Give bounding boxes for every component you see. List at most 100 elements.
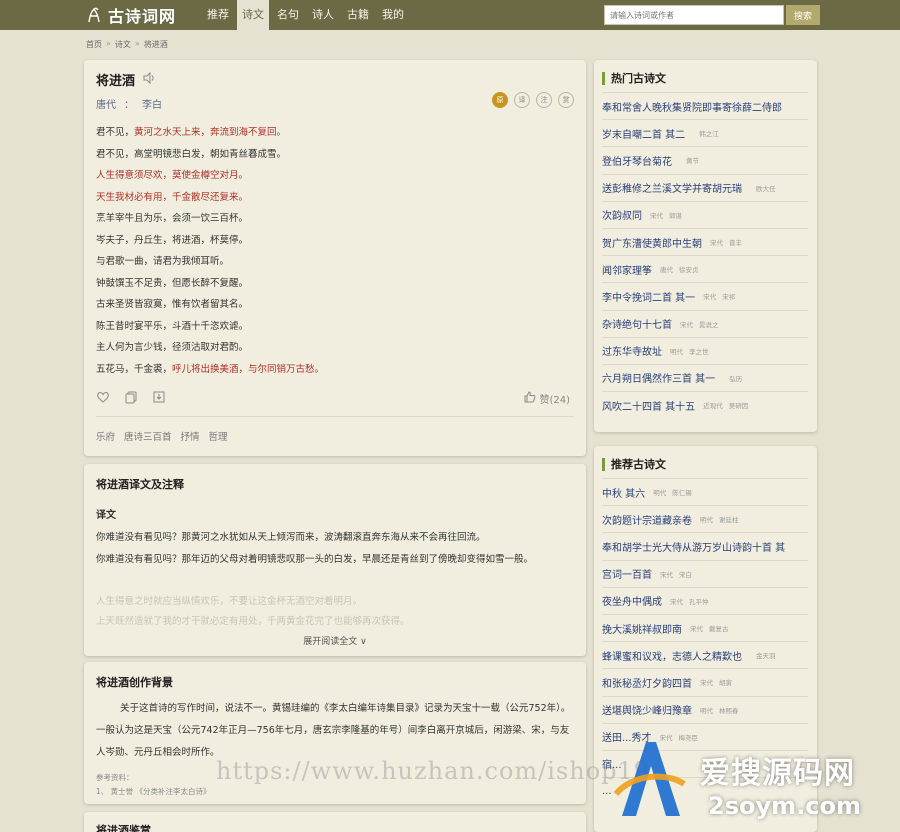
tag-link[interactable]: 唐诗三百首 xyxy=(124,429,172,443)
hot-poems-heading: 热门古诗文 xyxy=(602,70,666,86)
poem-link-title[interactable]: 六月朔日偶然作三首 其一 xyxy=(602,370,715,385)
site-logo[interactable]: 古诗词网 xyxy=(84,3,176,27)
speaker-icon[interactable] xyxy=(142,71,156,85)
translation-paragraph: 你难道没有看见吗？那黄河之水犹如从天上倾泻而来，波涛翻滚直奔东海从来不会再往回流… xyxy=(96,532,486,543)
poem-link-title[interactable]: 登伯牙琴台菊花 xyxy=(602,153,672,168)
hot-poem-item[interactable]: 六月朔日偶然作三首 其一 弘历 xyxy=(602,363,808,391)
poem-link-title[interactable]: 挽大溪姚祥叔即南 xyxy=(602,621,682,636)
hot-poems-panel: 热门古诗文 奉和常舍人晚秋集贤院即事寄徐薛二侍郎 岁末自嘲二首 其二 韩之江 登伯牙琴… xyxy=(594,60,817,432)
tag-link[interactable]: 抒情 xyxy=(181,429,200,443)
poem-author: 胡寅 xyxy=(719,679,732,688)
hot-poem-item[interactable]: 贺广东漕使黄郎中生朝 宋代 曾丰 xyxy=(602,227,808,255)
download-icon[interactable] xyxy=(152,390,166,404)
background-title: 将进酒创作背景 xyxy=(96,676,173,689)
poem-link-title[interactable]: 次韵叔同 xyxy=(602,207,642,222)
recommended-poem-item[interactable]: 中秋 其六 明代 陈仁锡 xyxy=(602,478,808,505)
nav-recommend[interactable]: 推荐 xyxy=(202,0,234,30)
poem-dynasty: 宋代 xyxy=(660,570,673,579)
poem-line: 岑夫子，丹丘生，将进酒，杯莫停。 xyxy=(96,234,249,246)
poem-author: 戴复古 xyxy=(709,625,729,634)
poem-dynasty[interactable]: 唐代 xyxy=(96,96,116,111)
hot-poem-item[interactable]: 登伯牙琴台菊花 黄节 xyxy=(602,146,808,173)
poem-link-title[interactable]: 奉和常舍人晚秋集贤院即事寄徐薛二侍郎 xyxy=(602,99,782,114)
poem-link-title[interactable]: 闻邻家理筝 xyxy=(602,262,652,277)
poem-link-title[interactable]: 贺广东漕使黄郎中生朝 xyxy=(602,235,702,250)
poem-meta: 唐代 ： 李白 xyxy=(96,96,162,111)
nav-famous-lines[interactable]: 名句 xyxy=(272,0,304,30)
heart-icon[interactable] xyxy=(96,390,110,404)
poem-dynasty: 近现代 xyxy=(703,402,723,411)
poem-author: 吴研因 xyxy=(728,402,749,411)
recommended-poem-item[interactable]: 次韵题计宗道藏亲卷 明代 谢廷柱 xyxy=(602,505,808,532)
recommended-poem-item[interactable]: 送堪舆饶少峰归豫章 明代 林熙春 xyxy=(602,695,808,723)
recommended-poem-item[interactable]: 蜂课蜜和议戏，志德人之精歎也 金天羽 xyxy=(602,641,808,668)
hot-poem-item[interactable]: 李中令挽词二首 其一 宋代 宋祁 xyxy=(602,282,808,309)
poem-dynasty: 明代 xyxy=(653,489,667,498)
poem-author: 宋白 xyxy=(679,570,692,579)
poem-author: 陈仁锡 xyxy=(672,489,692,498)
poem-link-title[interactable]: 夜坐舟中偶成 xyxy=(602,593,662,608)
appreciation-mode-icon[interactable]: 赏 xyxy=(558,92,574,108)
notes-mode-icon[interactable]: 注 xyxy=(536,92,552,108)
breadcrumb-poems[interactable]: 诗文 xyxy=(115,39,131,50)
hot-poems-list: 奉和常舍人晚秋集贤院即事寄徐薛二侍郎 岁末自嘲二首 其二 韩之江 登伯牙琴台菊花 黄节送… xyxy=(602,92,808,418)
poem-link-title[interactable]: 过东华寺故址 xyxy=(602,343,662,358)
poem-author: 徐安贞 xyxy=(679,266,699,275)
translation-mode-icon[interactable]: 译 xyxy=(514,92,530,108)
view-mode-icons: 原 译 注 赏 xyxy=(492,92,574,108)
poem-link-title[interactable]: 中秋 其六 xyxy=(602,485,645,500)
poem-link-title[interactable]: 奉和胡学士光大侍从游万岁山诗韵十首 其 xyxy=(602,539,785,554)
poem-line: 烹羊宰牛且为乐，会须一饮三百杯。 xyxy=(96,213,249,224)
poem-line: 人生得意须尽欢，莫使金樽空对月。 xyxy=(96,170,249,181)
recommended-poem-item[interactable]: 奉和胡学士光大侍从游万岁山诗韵十首 其 xyxy=(602,532,808,559)
poem-link-title[interactable]: 次韵题计宗道藏亲卷 xyxy=(602,512,692,527)
hot-poem-item[interactable]: 奉和常舍人晚秋集贤院即事寄徐薛二侍郎 xyxy=(602,92,808,119)
poem-link-title[interactable]: 和张秘丞灯夕韵四首 xyxy=(602,675,692,690)
poem-author: 弘历 xyxy=(729,374,743,383)
nav-mine[interactable]: 我的 xyxy=(377,0,409,30)
nav-poems[interactable]: 诗文 xyxy=(237,0,270,30)
poem-link-title[interactable]: 宫词一百首 xyxy=(602,566,652,581)
hot-poem-item[interactable]: 送彭稚修之兰溪文学并寄胡元瑞 欧大任 xyxy=(602,173,808,201)
recommended-poem-item[interactable]: 和张秘丞灯夕韵四首 宋代 胡寅 xyxy=(602,668,808,695)
recommended-poem-item[interactable]: 夜坐舟中偶成 宋代 孔平仲 xyxy=(602,586,808,614)
hot-poem-item[interactable]: 次韵叔同 宋代 郭谌 xyxy=(602,200,808,228)
hot-poem-item[interactable]: 风吹二十四首 其十五 近现代 吴研因 xyxy=(602,391,808,418)
appreciation-card: 将进酒鉴赏 xyxy=(84,812,586,832)
breadcrumb-home[interactable]: 首页 xyxy=(86,39,102,50)
search-input[interactable] xyxy=(604,5,784,25)
poem-dynasty: 宋代 xyxy=(650,211,663,220)
hot-poem-item[interactable]: 闻邻家理筝 唐代 徐安贞 xyxy=(602,255,808,282)
poem-author: 郭谌 xyxy=(669,211,682,220)
tag-link[interactable]: 乐府 xyxy=(96,429,115,443)
poem-author[interactable]: 李白 xyxy=(142,96,162,111)
poem-link-title[interactable]: 送堪舆饶少峰归豫章 xyxy=(602,702,692,717)
poem-content: 君不见，黄河之水天上来，奔流到海不复回。 君不见，高堂明镜悲白发，朝如青丝暮成雪… xyxy=(96,122,566,380)
breadcrumb-separator: » xyxy=(134,39,140,48)
poem-link-title[interactable]: 杂诗绝句十七首 xyxy=(602,316,672,331)
poem-link-title[interactable]: 送彭稚修之兰溪文学并寄胡元瑞 xyxy=(602,180,742,195)
poem-link-title[interactable]: 李中令挽词二首 其一 xyxy=(602,289,695,304)
recommended-poem-item[interactable]: 挽大溪姚祥叔即南 宋代 戴复古 xyxy=(602,613,808,641)
poem-link-title[interactable]: 蜂课蜜和议戏，志德人之精歎也 xyxy=(602,648,742,663)
poem-link-title[interactable]: 风吹二十四首 其十五 xyxy=(602,398,695,413)
nav-classics[interactable]: 古籍 xyxy=(342,0,374,30)
tag-link[interactable]: 哲理 xyxy=(209,429,228,443)
original-mode-icon[interactable]: 原 xyxy=(492,92,508,108)
copy-icon[interactable] xyxy=(124,390,138,404)
poem-dynasty: 宋代 xyxy=(680,320,693,329)
poem-line: 陈王昔时宴平乐，斗酒十千恣欢谑。 xyxy=(96,320,249,332)
poem-link-title[interactable]: 岁末自嘲二首 其二 xyxy=(602,126,685,141)
hot-poem-item[interactable]: 岁末自嘲二首 其二 韩之江 xyxy=(602,119,808,146)
expand-full-text-link[interactable]: 展开阅读全文 ∨ xyxy=(84,634,586,647)
poem-author: 晁说之 xyxy=(699,320,719,329)
poem-author: 金天羽 xyxy=(756,652,776,661)
nav-poets[interactable]: 诗人 xyxy=(307,0,339,30)
like-button[interactable]: 赞(24) xyxy=(523,390,570,406)
poem-link-title[interactable]: ... xyxy=(602,786,612,797)
recommended-poem-item[interactable]: 宫词一百首 宋代 宋白 xyxy=(602,559,808,587)
hot-poem-item[interactable]: 杂诗绝句十七首 宋代 晁说之 xyxy=(602,309,808,337)
reference-title: 参考资料： xyxy=(96,773,134,782)
hot-poem-item[interactable]: 过东华寺故址 明代 李之世 xyxy=(602,336,808,364)
search-button[interactable]: 搜索 xyxy=(786,5,820,25)
